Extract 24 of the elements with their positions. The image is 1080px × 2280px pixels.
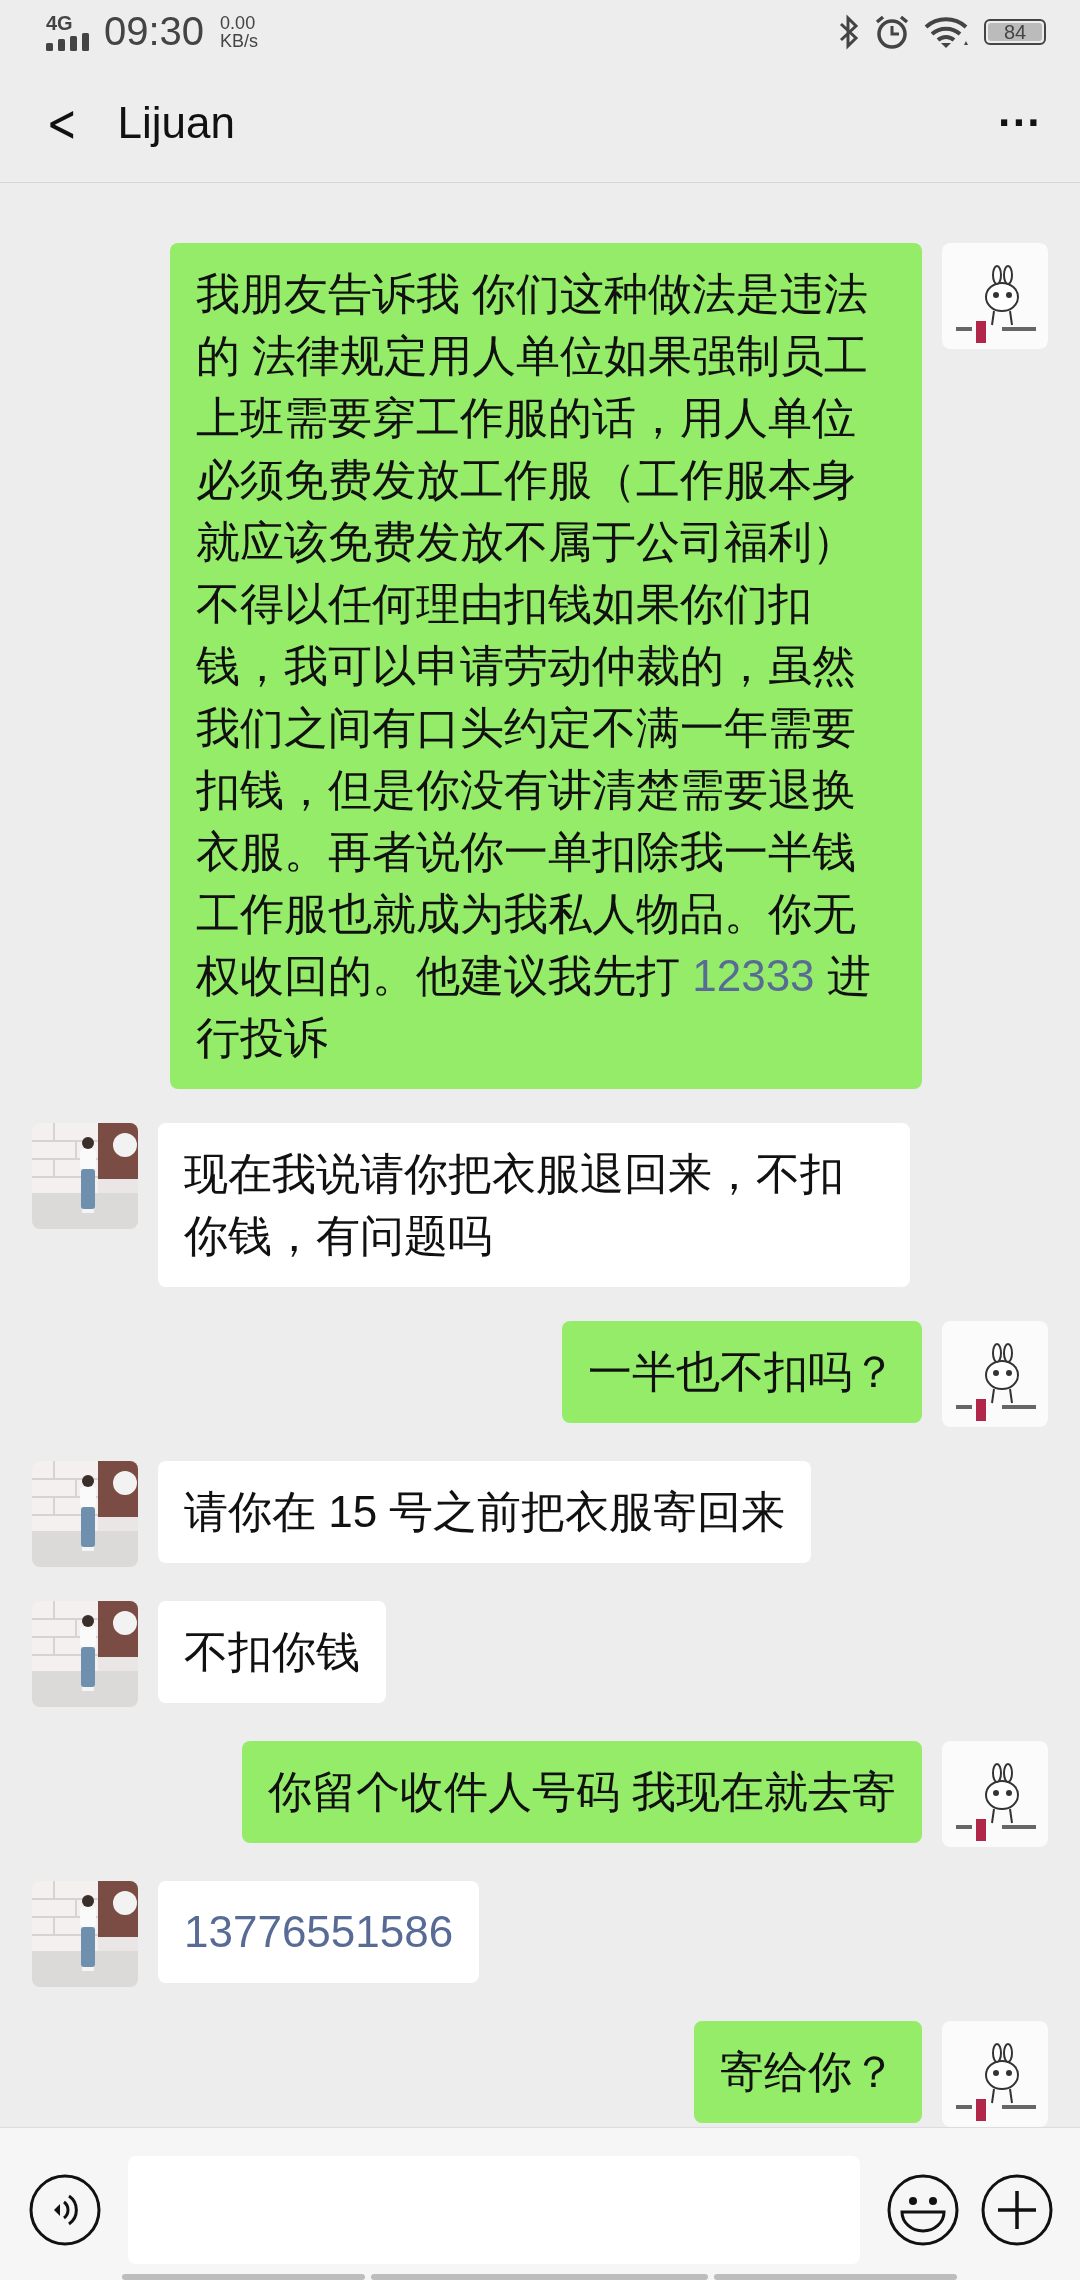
add-icon[interactable] xyxy=(980,2173,1054,2247)
signal-icon xyxy=(46,32,90,51)
wifi-icon xyxy=(924,14,970,49)
message-bubble: 一半也不扣吗？ xyxy=(562,1321,922,1423)
message-bubble: 寄给你？ xyxy=(694,2021,922,2123)
network-type: 4G xyxy=(46,12,73,33)
chat-title: Lijuan xyxy=(117,97,236,148)
message-bubble: 不扣你钱 xyxy=(158,1601,386,1703)
voice-icon[interactable] xyxy=(28,2173,102,2247)
phone-link[interactable]: 12333 xyxy=(692,951,815,1000)
message-bubble: 请你在 15 号之前把衣服寄回来 xyxy=(158,1461,812,1563)
bluetooth-icon xyxy=(838,13,860,50)
battery-indicator: 84 xyxy=(984,18,1046,45)
message-bubble: 现在我说请你把衣服退回来，不扣你钱，有问题吗 xyxy=(158,1123,910,1287)
message-bubble: 你留个收件人号码 我现在就去寄 xyxy=(241,1741,922,1843)
speed-unit: KB/s xyxy=(220,31,259,50)
clock-time: 09:30 xyxy=(104,9,205,55)
more-button[interactable]: ··· xyxy=(990,97,1050,148)
message-bubble: 我朋友告诉我 你们这种做法是违法的 法律规定用人单位如果强制员工上班需要穿工作服的话，用人单位必须免费发放工作服（工作服本身就应该免费发放不属于公司福利）不得以任何理由扣钱如果你们扣钱，我可以申请劳动仲裁的，虽然我们之间有口头约定不满一年需要扣钱，但是你没有讲清楚需要退换衣服。再者说你一单扣除我一半钱工作服也就成为我私人物品。你无权收回的。他建议我先打 12333 进行投诉 xyxy=(170,243,922,1089)
alarm-icon xyxy=(874,13,910,50)
network-speed: 0.00 xyxy=(220,13,257,32)
emoji-icon[interactable] xyxy=(886,2173,960,2247)
back-button[interactable]: < xyxy=(39,92,85,153)
phone-link[interactable]: 13776551586 xyxy=(184,1907,454,1956)
